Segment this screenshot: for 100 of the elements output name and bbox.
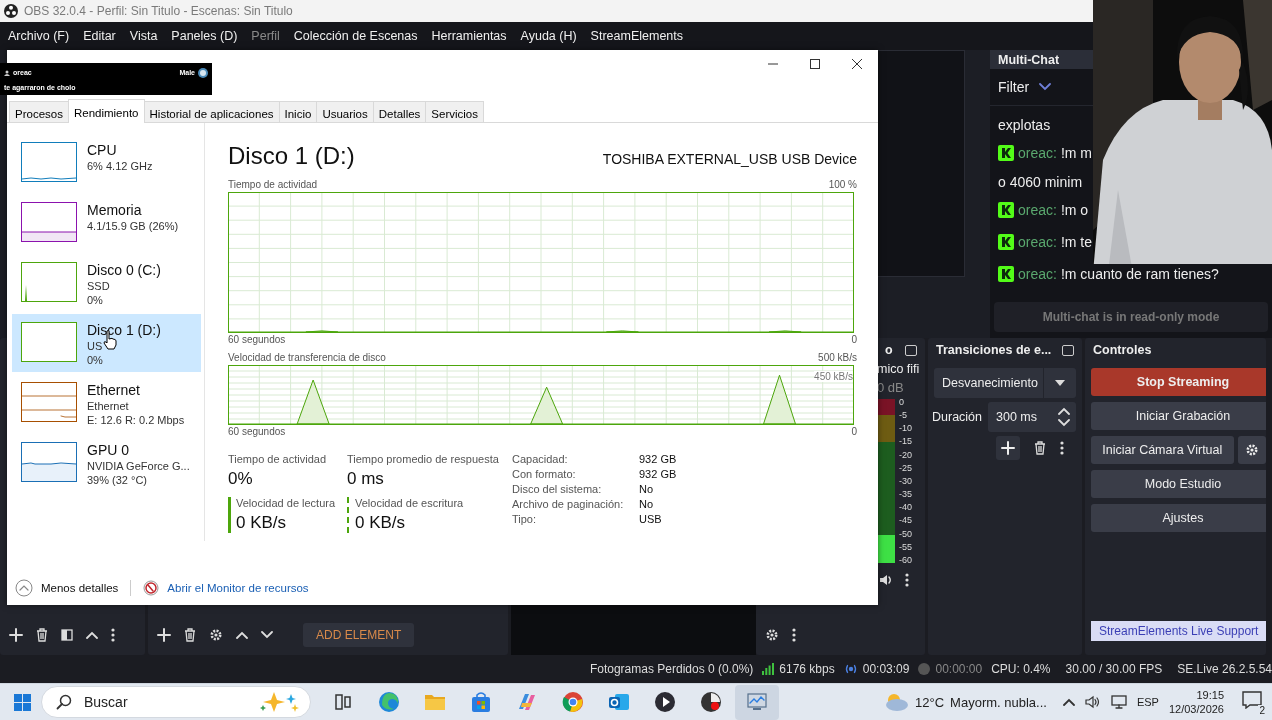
tab[interactable]: Usuarios — [316, 101, 374, 122]
filter-dropdown[interactable]: Filter — [998, 79, 1030, 95]
resource-name: GPU 0 — [87, 442, 129, 459]
platform-icon — [998, 145, 1014, 161]
resource-monitor-link[interactable]: Abrir el Monitor de recursos — [167, 582, 309, 594]
tab[interactable]: Detalles — [372, 101, 427, 122]
transition-dropdown[interactable]: Desvanecimiento — [934, 368, 1076, 398]
menu-item[interactable]: Ayuda (H) — [513, 29, 584, 43]
meter-scale-label: -25 — [899, 462, 912, 473]
property-label: Con formato: — [512, 468, 577, 480]
more-icon[interactable] — [792, 628, 796, 642]
trash-icon[interactable] — [184, 628, 196, 642]
chevron-down-icon[interactable] — [1039, 83, 1052, 91]
graph-title: Velocidad de transferencia de disco — [228, 351, 386, 365]
start-icon — [14, 693, 31, 711]
sparkline-thumbnail — [21, 202, 77, 242]
chat-message: explotas — [998, 116, 1051, 133]
meter-scale-label: -5 — [899, 410, 908, 421]
chat-message: !m cuanto de ram tienes? — [1060, 266, 1219, 282]
start-button[interactable] — [14, 693, 31, 711]
search-bar[interactable]: Buscar — [41, 686, 311, 718]
menu-item[interactable]: Archivo (F) — [1, 29, 77, 43]
monitor-chart-icon — [746, 691, 768, 713]
stat-value: 0 KB/s — [355, 513, 406, 533]
plus-icon[interactable] — [9, 628, 23, 642]
search-field[interactable]: Buscar — [82, 693, 248, 711]
panel-title: o — [885, 343, 893, 357]
float-icon[interactable] — [1062, 344, 1074, 356]
menu-item[interactable]: Vista — [122, 29, 165, 43]
meter-scale-label: -20 — [899, 449, 912, 460]
bitrate-text: 6176 kbps — [779, 662, 835, 676]
sidebar-item[interactable]: Disco 0 (C:) SSD 0% — [12, 254, 201, 312]
trash-icon[interactable] — [1034, 441, 1046, 455]
more-icon[interactable] — [1060, 441, 1064, 455]
sidebar-item[interactable]: Disco 1 (D:) US 0% — [12, 314, 201, 372]
speaker-icon[interactable] — [1084, 695, 1101, 709]
chevron-up-icon[interactable] — [1062, 698, 1075, 706]
property-label: Capacidad: — [512, 453, 569, 465]
notification-icon[interactable] — [1242, 691, 1262, 709]
speaker-icon[interactable] — [879, 573, 893, 587]
add-element-button[interactable]: ADD ELEMENT — [303, 623, 415, 647]
colorful-ribbon-icon — [516, 691, 538, 713]
sparkline-thumbnail — [21, 142, 77, 182]
gauge-icon — [143, 580, 160, 596]
add-button[interactable] — [996, 436, 1020, 460]
broadcast-icon — [843, 663, 858, 675]
control-button[interactable]: Ajustes — [1091, 504, 1266, 532]
sidebar-item[interactable]: CPU 6% 4.12 GHz — [12, 134, 201, 192]
more-icon[interactable] — [111, 628, 115, 642]
tab[interactable]: Historial de aplicaciones — [143, 101, 280, 122]
menu-item[interactable]: Editar — [76, 29, 123, 43]
tab[interactable]: Procesos — [9, 101, 69, 122]
menu-item[interactable]: StreamElements — [583, 29, 690, 43]
tab[interactable]: Rendimiento — [67, 99, 145, 123]
settings-button[interactable] — [1237, 436, 1266, 464]
menu-item[interactable]: Colección de Escenas — [286, 29, 425, 43]
resource-detail: SSD — [87, 279, 110, 293]
notification-count: 2 — [1258, 705, 1266, 716]
control-button[interactable]: Iniciar Cámara Virtual — [1091, 436, 1234, 464]
trash-icon[interactable] — [36, 628, 48, 642]
sidebar-item[interactable]: Memoria 4.1/15.9 GB (26%) — [12, 194, 201, 252]
language-indicator[interactable]: ESP — [1136, 696, 1159, 708]
control-button[interactable]: Modo Estudio — [1091, 470, 1266, 498]
more-icon[interactable] — [905, 573, 909, 587]
stop-streaming-button[interactable]: Stop Streaming — [1091, 368, 1266, 396]
tab[interactable]: Servicios — [425, 101, 484, 122]
recorder-icon — [700, 691, 722, 713]
sidebar-item[interactable]: GPU 0 NVIDIA GeForce G... 39% (32 °C) — [12, 434, 201, 492]
signal-icon — [762, 663, 775, 675]
plus-icon[interactable] — [157, 628, 171, 642]
chevron-up-circle-icon[interactable] — [15, 579, 33, 597]
float-icon[interactable] — [905, 344, 917, 356]
control-button[interactable]: Iniciar Grabación — [1091, 402, 1266, 430]
time-text: 19:15 — [1196, 688, 1224, 702]
sidebar-item[interactable]: Ethernet Ethernet E: 12.6 R: 0.2 Mbps — [12, 374, 201, 432]
play-icon — [654, 691, 676, 713]
settings-icon[interactable] — [209, 628, 223, 642]
less-details-link[interactable]: Menos detalles — [41, 582, 119, 594]
filter-icon[interactable] — [61, 629, 73, 641]
axis-label: 60 segundos — [228, 425, 286, 439]
task-view-icon — [333, 692, 353, 712]
support-button[interactable]: StreamElements Live Support — [1091, 621, 1266, 641]
stat-value: 0 KB/s — [236, 513, 287, 533]
date-text: 12/03/2026 — [1168, 702, 1224, 716]
resource-name: CPU — [87, 142, 117, 159]
clock[interactable]: 19:15 12/03/2026 — [1168, 688, 1224, 716]
gears-icon[interactable] — [765, 628, 779, 642]
resource-name: Disco 1 (D:) — [87, 322, 161, 339]
chat-username: oreac: — [1018, 234, 1057, 250]
menu-item[interactable]: Herramientas — [424, 29, 514, 43]
meter-scale-label: -10 — [899, 423, 912, 434]
stat-value: 0 ms — [347, 469, 384, 489]
resource-detail: 0% — [87, 293, 103, 307]
axis-label: 0 — [851, 425, 857, 439]
chat-message: !m o — [1060, 202, 1089, 218]
chat-tab[interactable]: Multi-Chat — [990, 50, 1093, 69]
menu-item[interactable]: Paneles (D) — [164, 29, 245, 43]
search-icon — [56, 694, 72, 710]
network-icon[interactable] — [1110, 695, 1127, 709]
chat-username: oreac: — [1018, 145, 1057, 161]
